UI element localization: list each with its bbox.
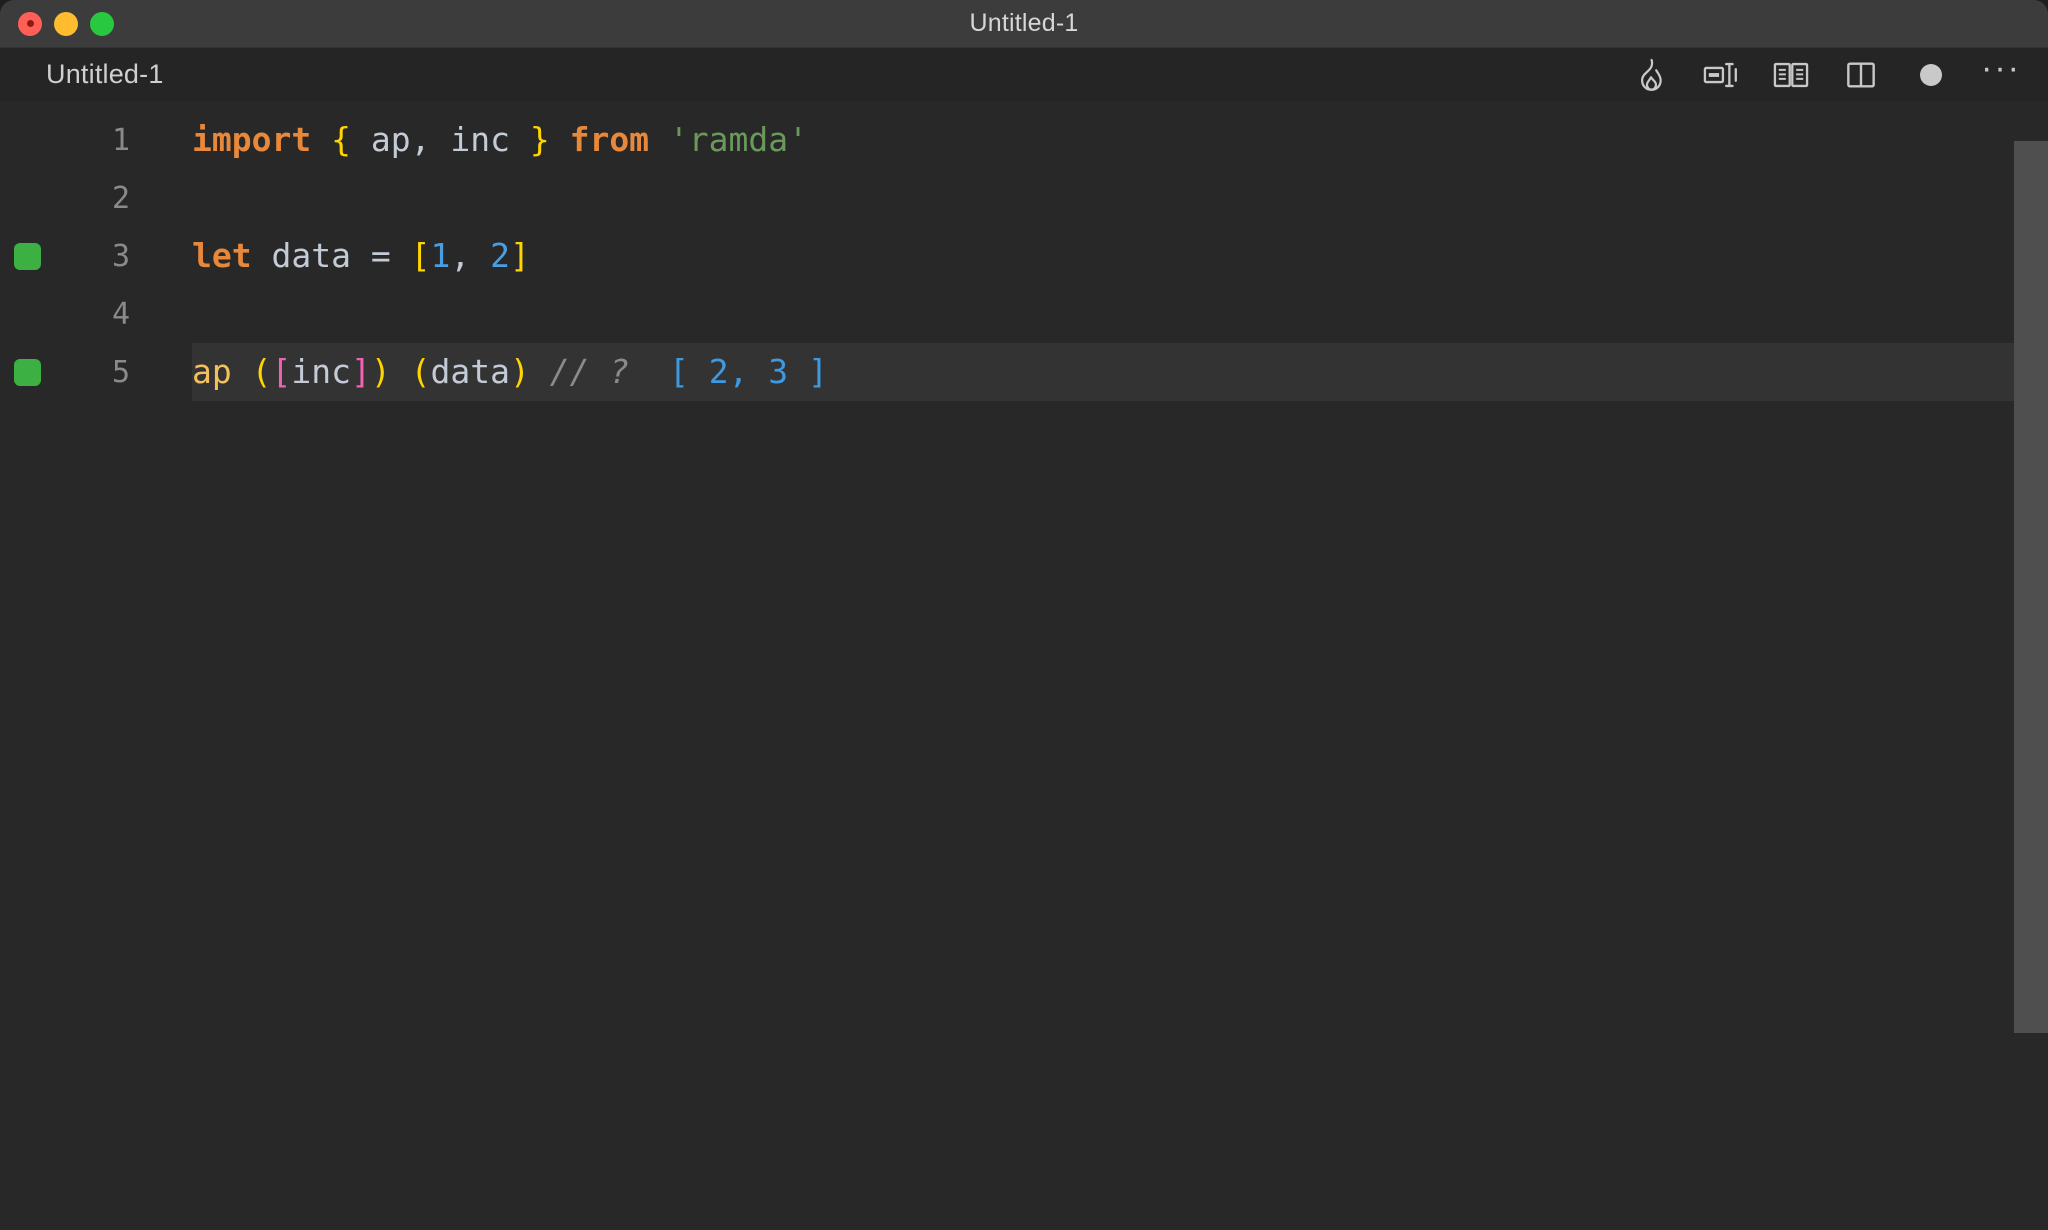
- code-line[interactable]: 1 import { ap, inc } from 'ramda': [0, 111, 2048, 169]
- code-token: (: [251, 352, 272, 391]
- code-token: 1: [430, 236, 451, 275]
- inline-values-icon[interactable]: [1700, 54, 1742, 96]
- code-token: ap: [192, 352, 232, 391]
- line-gutter: 2: [0, 169, 192, 227]
- code-token: [: [410, 236, 431, 275]
- code-token: (: [410, 352, 431, 391]
- line-gutter: 5: [0, 343, 192, 401]
- code-token: [ 2, 3 ]: [668, 352, 828, 391]
- code-lines: 1 import { ap, inc } from 'ramda' 2 3 let da…: [0, 101, 2048, 401]
- maximize-window-button[interactable]: [90, 11, 114, 36]
- vertical-scrollbar[interactable]: [2014, 141, 2048, 1033]
- code-token: let: [192, 236, 252, 275]
- code-token: inc: [291, 352, 351, 391]
- line-gutter: 4: [0, 285, 192, 343]
- split-editor-icon[interactable]: [1840, 54, 1882, 96]
- line-number: 3: [111, 238, 130, 274]
- title-bar: Untitled-1: [0, 0, 2048, 48]
- code-token: data: [271, 236, 351, 275]
- dirty-indicator: [1920, 63, 1942, 86]
- code-token: {: [331, 120, 351, 159]
- code-token: ): [509, 352, 530, 391]
- minimize-window-button[interactable]: [54, 11, 78, 36]
- code-token: data: [430, 352, 510, 391]
- line-number: 4: [111, 296, 130, 332]
- code-token: ]: [350, 352, 371, 391]
- code-token: inc: [450, 120, 510, 159]
- unsaved-dot-icon[interactable]: [1910, 54, 1952, 96]
- line-content[interactable]: ap ([inc]) (data) // ? [ 2, 3 ]: [192, 343, 828, 401]
- code-token: ap: [370, 120, 411, 159]
- code-token: [: [271, 352, 292, 391]
- line-number: 1: [111, 122, 130, 158]
- more-actions-icon[interactable]: ···: [1980, 48, 2022, 96]
- line-content[interactable]: import { ap, inc } from 'ramda': [192, 111, 808, 169]
- line-number: 5: [111, 354, 130, 390]
- code-line[interactable]: 4: [0, 285, 2048, 343]
- tab-label[interactable]: Untitled-1: [46, 59, 164, 90]
- gutter-marker-icon[interactable]: [14, 242, 41, 270]
- flame-icon[interactable]: [1630, 54, 1672, 96]
- code-token: from: [569, 120, 650, 159]
- code-token: ,: [410, 120, 431, 159]
- traffic-light-controls: [18, 0, 114, 47]
- code-token: ,: [450, 236, 471, 275]
- line-gutter: 3: [0, 227, 192, 285]
- line-gutter: 1: [0, 111, 192, 169]
- code-token: import: [192, 120, 312, 159]
- code-line[interactable]: 3 let data = [1, 2]: [0, 227, 2048, 285]
- line-number: 2: [111, 180, 130, 216]
- code-token: 2: [490, 236, 510, 275]
- code-token: ): [370, 352, 391, 391]
- code-line[interactable]: 5 ap ([inc]) (data) // ? [ 2, 3 ]: [0, 343, 2048, 401]
- code-token: =: [370, 236, 391, 275]
- code-token: }: [529, 120, 550, 159]
- code-editor-area[interactable]: 1 import { ap, inc } from 'ramda' 2 3 let da…: [0, 101, 2048, 1230]
- more-actions-label: ···: [1981, 48, 2021, 87]
- window-title: Untitled-1: [969, 9, 1079, 37]
- header-action-group: ···: [1630, 48, 2022, 96]
- gutter-marker-icon[interactable]: [14, 358, 41, 386]
- line-content[interactable]: let data = [1, 2]: [192, 227, 530, 285]
- code-token: ]: [509, 236, 530, 275]
- code-token: // ?: [549, 352, 630, 391]
- code-token: 'ramda': [668, 120, 809, 159]
- book-icon[interactable]: [1770, 54, 1812, 96]
- code-line[interactable]: 2: [0, 169, 2048, 227]
- editor-window: Untitled-1 Untitled-1 ··· 1 import {ap,…: [0, 0, 2048, 1230]
- editor-header: Untitled-1 ···: [0, 48, 2048, 101]
- close-window-button[interactable]: [18, 11, 42, 36]
